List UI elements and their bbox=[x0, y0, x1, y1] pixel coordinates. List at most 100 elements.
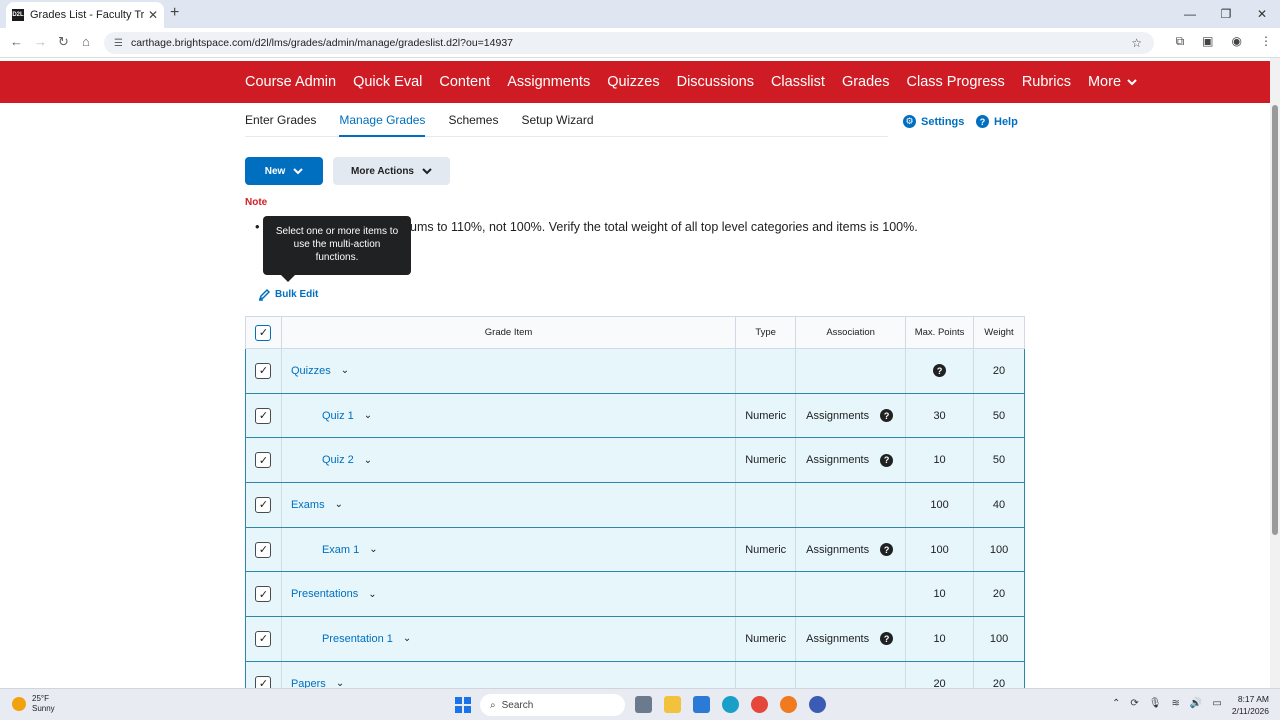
bookmark-star-icon[interactable]: ☆ bbox=[1131, 36, 1142, 50]
app-icon[interactable] bbox=[809, 696, 826, 713]
association-label: Assignments bbox=[806, 409, 870, 422]
task-view-icon[interactable] bbox=[635, 696, 652, 713]
header-max-points: Max. Points bbox=[905, 316, 975, 349]
wifi-icon[interactable]: ≋ bbox=[1171, 698, 1179, 709]
battery-icon[interactable]: ▭ bbox=[1212, 698, 1221, 709]
file-explorer-icon[interactable] bbox=[664, 696, 681, 713]
grade-item-link[interactable]: Presentation 1 ⌄ bbox=[282, 633, 411, 645]
help-circle-icon[interactable]: ? bbox=[880, 409, 894, 423]
site-info-icon[interactable]: ☰ bbox=[114, 38, 123, 49]
profile-icon[interactable]: ◉ bbox=[1232, 34, 1242, 49]
pencil-icon bbox=[258, 288, 271, 301]
menu-icon[interactable]: ⋮ bbox=[1260, 34, 1272, 49]
restore-icon[interactable]: ❐ bbox=[1208, 0, 1244, 28]
grade-item-link[interactable]: Quizzes ⌄ bbox=[282, 365, 349, 377]
page-scrollbar[interactable] bbox=[1270, 58, 1280, 688]
chevron-down-icon[interactable]: ⌄ bbox=[369, 544, 377, 555]
home-icon[interactable]: ⌂ bbox=[82, 34, 90, 49]
row-check-cell: ✓ bbox=[245, 616, 282, 662]
grade-item-link[interactable]: Exams ⌄ bbox=[282, 499, 343, 511]
chevron-down-icon[interactable]: ⌄ bbox=[341, 365, 349, 376]
table-row: ✓ Quiz 1 ⌄ Numeric Assignments? 30 50 bbox=[245, 392, 1025, 439]
url-field[interactable]: ☰ carthage.brightspace.com/d2l/lms/grade… bbox=[104, 32, 1154, 54]
nav-class-progress[interactable]: Class Progress bbox=[907, 74, 1005, 90]
bulk-edit-button[interactable]: Bulk Edit bbox=[258, 288, 318, 301]
tab-manage-grades[interactable]: Manage Grades bbox=[339, 113, 426, 137]
chevron-down-icon[interactable]: ⌄ bbox=[364, 410, 372, 421]
max-points-cell: 10 bbox=[905, 437, 975, 484]
nav-assignments[interactable]: Assignments bbox=[507, 74, 590, 90]
nav-more[interactable]: More bbox=[1088, 74, 1137, 90]
help-circle-icon[interactable]: ? bbox=[880, 453, 894, 467]
taskbar-clock[interactable]: 8:17 AM 2/11/2026 bbox=[1225, 693, 1269, 717]
weight-cell: 20 bbox=[973, 571, 1025, 618]
minimize-icon[interactable]: — bbox=[1172, 0, 1208, 28]
table-row: ✓ Quizzes ⌄ ? 20 bbox=[245, 348, 1025, 394]
edge-icon[interactable] bbox=[722, 696, 739, 713]
firefox-icon[interactable] bbox=[780, 696, 797, 713]
help-link[interactable]: ? Help bbox=[976, 115, 1018, 128]
reload-icon[interactable]: ↻ bbox=[58, 34, 69, 50]
tab-enter-grades[interactable]: Enter Grades bbox=[245, 113, 316, 137]
volume-icon[interactable]: 🔊 bbox=[1190, 698, 1202, 709]
nav-more-label: More bbox=[1087, 74, 1122, 90]
row-checkbox[interactable]: ✓ bbox=[255, 586, 272, 603]
row-checkbox[interactable]: ✓ bbox=[255, 362, 272, 379]
type-cell: Numeric bbox=[735, 392, 797, 439]
row-checkbox[interactable]: ✓ bbox=[255, 452, 272, 469]
chevron-down-icon[interactable]: ⌄ bbox=[335, 499, 343, 510]
settings-link[interactable]: ⚙ Settings bbox=[903, 115, 964, 128]
chevron-up-icon[interactable]: ⌃ bbox=[1112, 698, 1120, 709]
chrome-icon[interactable] bbox=[751, 696, 768, 713]
search-placeholder: Search bbox=[501, 699, 534, 711]
row-checkbox[interactable]: ✓ bbox=[255, 541, 272, 558]
nav-course-admin[interactable]: Course Admin bbox=[245, 74, 336, 90]
close-window-icon[interactable]: ✕ bbox=[1244, 0, 1280, 28]
grade-item-link[interactable]: Exam 1 ⌄ bbox=[282, 544, 378, 556]
close-tab-icon[interactable]: ✕ bbox=[148, 8, 158, 22]
association-cell: Assignments? bbox=[795, 616, 907, 662]
back-icon[interactable]: ← bbox=[10, 34, 23, 49]
help-circle-icon[interactable]: ? bbox=[880, 632, 894, 646]
row-checkbox[interactable]: ✓ bbox=[255, 496, 272, 513]
taskbar-search[interactable]: ⌕ Search bbox=[480, 694, 625, 716]
scrollbar-thumb[interactable] bbox=[1272, 105, 1278, 535]
help-circle-icon[interactable]: ? bbox=[933, 364, 947, 378]
weather-widget[interactable]: 25°F Sunny bbox=[12, 694, 55, 714]
browser-tab[interactable]: D2L Grades List - Faculty Training C... … bbox=[6, 2, 164, 28]
grade-item-link[interactable]: Quiz 1 ⌄ bbox=[282, 410, 372, 422]
url-text: carthage.brightspace.com/d2l/lms/grades/… bbox=[130, 37, 513, 49]
select-all-checkbox[interactable]: ✓ bbox=[255, 324, 272, 341]
nav-discussions[interactable]: Discussions bbox=[677, 74, 754, 90]
header-grade-item[interactable]: Grade Item bbox=[280, 316, 737, 349]
tab-schemes[interactable]: Schemes bbox=[448, 113, 498, 137]
windows-start-icon[interactable] bbox=[455, 697, 471, 713]
nav-content[interactable]: Content bbox=[439, 74, 490, 90]
grade-items-table: ✓ Grade Item Type Association Max. Point… bbox=[245, 316, 1025, 707]
nav-grades[interactable]: Grades bbox=[842, 74, 890, 90]
screenshot-icon[interactable]: ▣ bbox=[1202, 34, 1213, 49]
new-button[interactable]: New bbox=[245, 157, 323, 185]
nav-classlist[interactable]: Classlist bbox=[771, 74, 825, 90]
forward-icon[interactable]: → bbox=[34, 34, 47, 49]
new-tab-icon[interactable]: + bbox=[170, 4, 179, 22]
help-circle-icon[interactable]: ? bbox=[880, 543, 894, 557]
grade-item-link[interactable]: Quiz 2 ⌄ bbox=[282, 454, 372, 466]
table-row: ✓ Exam 1 ⌄ Numeric Assignments? 100 100 bbox=[245, 526, 1025, 573]
grade-item-link[interactable]: Presentations ⌄ bbox=[282, 588, 377, 600]
nav-quick-eval[interactable]: Quick Eval bbox=[353, 74, 422, 90]
chevron-down-icon[interactable]: ⌄ bbox=[368, 589, 376, 600]
more-actions-button[interactable]: More Actions bbox=[333, 157, 450, 185]
chevron-down-icon[interactable]: ⌄ bbox=[364, 455, 372, 466]
sync-icon[interactable]: ⟳ bbox=[1130, 698, 1138, 709]
grade-item-name: Exams bbox=[290, 498, 325, 511]
chevron-down-icon[interactable]: ⌄ bbox=[403, 633, 411, 644]
tab-setup-wizard[interactable]: Setup Wizard bbox=[521, 113, 593, 137]
nav-rubrics[interactable]: Rubrics bbox=[1022, 74, 1071, 90]
store-icon[interactable] bbox=[693, 696, 710, 713]
mic-icon[interactable]: 🎙 bbox=[1149, 698, 1162, 709]
row-checkbox[interactable]: ✓ bbox=[255, 630, 272, 647]
row-checkbox[interactable]: ✓ bbox=[255, 407, 272, 424]
extensions-icon[interactable]: ⧉ bbox=[1176, 34, 1185, 49]
nav-quizzes[interactable]: Quizzes bbox=[607, 74, 659, 90]
